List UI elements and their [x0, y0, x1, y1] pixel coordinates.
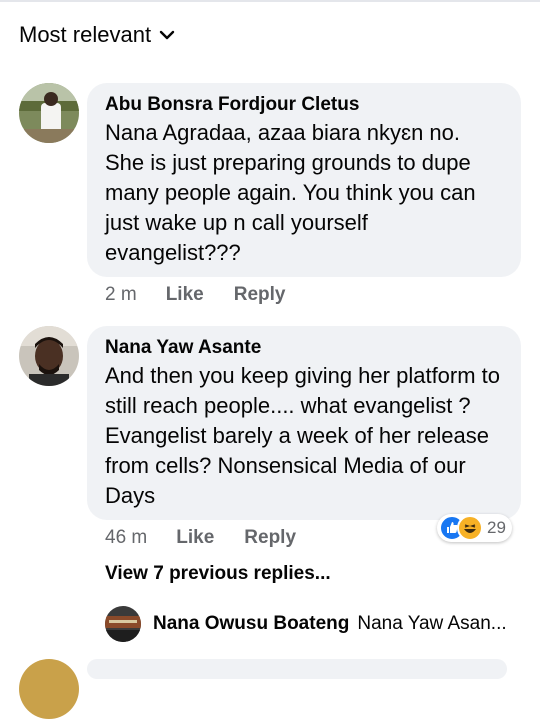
comment-author[interactable]: Abu Bonsra Fordjour Cletus — [105, 94, 505, 116]
avatar[interactable] — [105, 606, 141, 642]
reaction-count: 29 — [487, 518, 506, 537]
reply-button[interactable]: Reply — [244, 527, 296, 549]
reply-button[interactable]: Reply — [234, 284, 286, 306]
comment-text: Nana Agradaa, azaa biara nkyɛn no. She i… — [105, 120, 476, 265]
comment-actions: 2 m Like Reply — [105, 284, 285, 306]
reply-snippet: Nana Yaw Asan... — [357, 613, 507, 634]
comment-author[interactable]: Nana Yaw Asante — [105, 337, 505, 359]
like-button[interactable]: Like — [176, 527, 214, 549]
reply-preview[interactable]: Nana Owusu Boateng Nana Yaw Asan... — [105, 606, 525, 642]
comment-bubble: Nana Yaw Asante And then you keep giving… — [87, 326, 521, 520]
comment-actions: 46 m Like Reply — [105, 527, 296, 549]
top-divider — [0, 0, 540, 2]
comment-time[interactable]: 46 m — [105, 527, 147, 549]
sort-dropdown[interactable]: Most relevant — [19, 22, 175, 48]
comment-time[interactable]: 2 m — [105, 284, 137, 306]
like-button[interactable]: Like — [166, 284, 204, 306]
avatar[interactable] — [19, 659, 79, 719]
comment-text: And then you keep giving her platform to… — [105, 363, 501, 508]
haha-icon — [457, 515, 483, 541]
comment-bubble — [87, 659, 507, 679]
avatar[interactable] — [19, 83, 79, 143]
view-previous-replies-link[interactable]: View 7 previous replies... — [105, 563, 331, 585]
sort-label: Most relevant — [19, 22, 152, 47]
comment-bubble: Abu Bonsra Fordjour Cletus Nana Agradaa,… — [87, 83, 521, 277]
avatar[interactable] — [19, 326, 79, 386]
reply-author[interactable]: Nana Owusu Boateng — [153, 613, 349, 635]
reaction-summary[interactable]: 29 — [437, 514, 512, 542]
chevron-down-icon — [159, 27, 175, 43]
